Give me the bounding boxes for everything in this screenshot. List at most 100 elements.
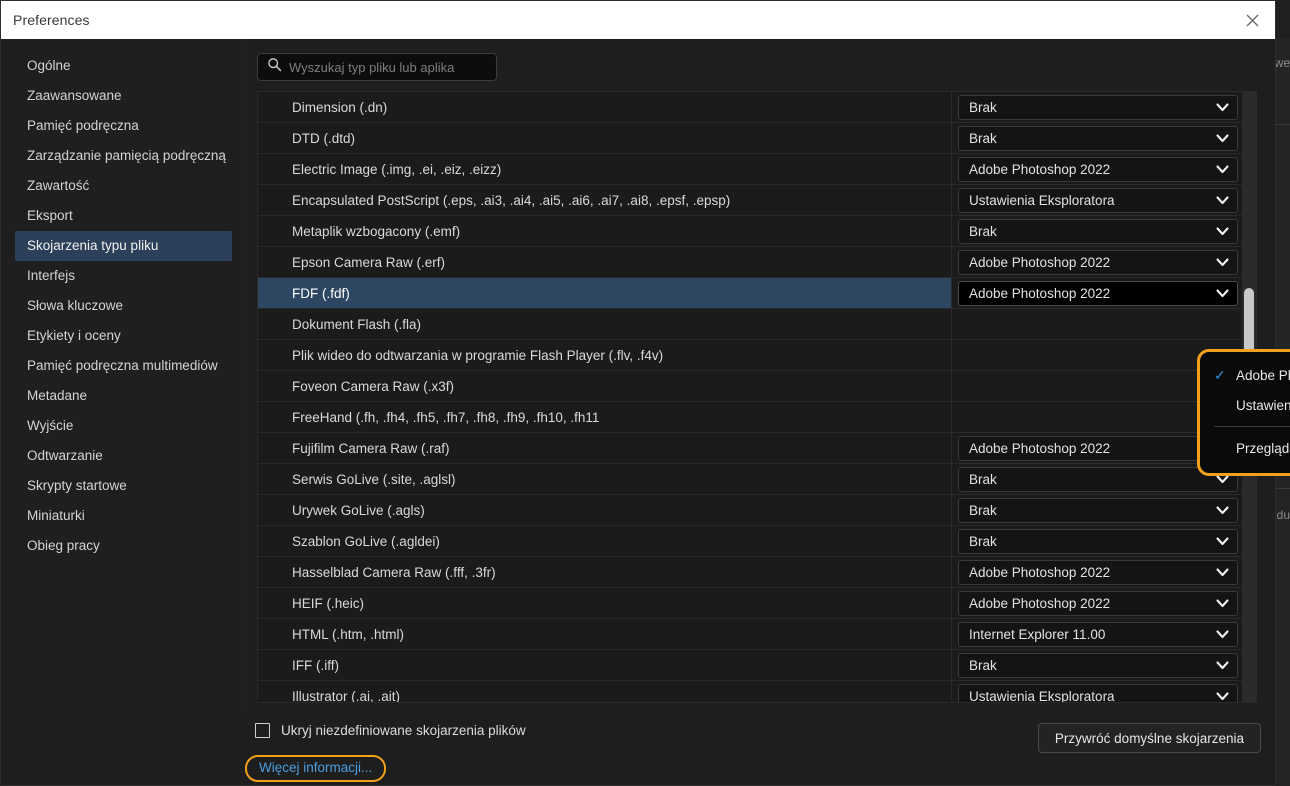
application-cell: Adobe Photoshop 2022 — [952, 588, 1242, 619]
chevron-down-icon — [1216, 224, 1229, 239]
sidebar-item-1[interactable]: Zaawansowane — [15, 81, 232, 111]
sidebar-item-4[interactable]: Zawartość — [15, 171, 232, 201]
application-cell: Brak — [952, 526, 1242, 557]
table-row[interactable]: Urywek GoLive (.agls) — [258, 495, 951, 526]
application-select[interactable]: Brak — [958, 497, 1238, 523]
application-select[interactable]: Internet Explorer 11.00 — [958, 621, 1238, 647]
application-select[interactable]: Adobe Photoshop 2022 — [958, 249, 1238, 275]
sidebar-item-label: Metadane — [27, 388, 88, 403]
chevron-down-icon — [1216, 100, 1229, 115]
dropdown-option[interactable]: Ustawienia Eksploratora: Adobe Acrobat D… — [1200, 390, 1290, 420]
file-type-label: Foveon Camera Raw (.x3f) — [292, 378, 455, 394]
application-cell: Ustawienia Eksploratora — [952, 185, 1242, 216]
table-row[interactable]: Dokument Flash (.fla) — [258, 309, 951, 340]
sidebar-item-13[interactable]: Odtwarzanie — [15, 441, 232, 471]
sidebar-item-7[interactable]: Interfejs — [15, 261, 232, 291]
file-type-label: Electric Image (.img, .ei, .eiz, .eizz) — [292, 161, 502, 177]
file-type-label: Hasselblad Camera Raw (.fff, .3fr) — [292, 564, 496, 580]
sidebar-item-label: Skojarzenia typu pliku — [27, 238, 159, 253]
sidebar-item-9[interactable]: Etykiety i oceny — [15, 321, 232, 351]
hide-undefined-label: Ukryj niezdefiniowane skojarzenia plików — [281, 723, 526, 738]
application-select[interactable]: Adobe Photoshop 2022 — [958, 156, 1238, 182]
application-select[interactable]: Ustawienia Eksploratora — [958, 187, 1238, 213]
close-icon[interactable] — [1229, 1, 1275, 39]
background-text-fragment-1: we — [1274, 56, 1290, 70]
dropdown-separator — [1214, 426, 1290, 427]
more-info-highlight: Więcej informacji... — [245, 755, 387, 782]
search-box[interactable] — [257, 53, 497, 81]
table-row[interactable]: Epson Camera Raw (.erf) — [258, 247, 951, 278]
dropdown-option[interactable]: ✓ Adobe Photoshop 2022 — [1200, 360, 1290, 390]
table-row[interactable]: Foveon Camera Raw (.x3f) — [258, 371, 951, 402]
sidebar-item-15[interactable]: Miniaturki — [15, 501, 232, 531]
application-select[interactable]: Adobe Photoshop 2022 — [958, 559, 1238, 585]
file-type-label: Encapsulated PostScript (.eps, .ai3, .ai… — [292, 192, 731, 208]
restore-defaults-button[interactable]: Przywróć domyślne skojarzenia — [1037, 723, 1261, 753]
table-row[interactable]: Dimension (.dn) — [258, 92, 951, 123]
application-select[interactable]: Brak — [958, 218, 1238, 244]
hide-undefined-checkbox-row[interactable]: Ukryj niezdefiniowane skojarzenia plików — [255, 723, 526, 738]
application-select[interactable]: Brak — [958, 125, 1238, 151]
chevron-down-icon — [1216, 627, 1229, 642]
table-row[interactable]: IFF (.iff) — [258, 650, 951, 681]
application-select-value: Brak — [969, 99, 997, 115]
table-row[interactable]: Metaplik wzbogacony (.emf) — [258, 216, 951, 247]
hide-undefined-checkbox[interactable] — [255, 723, 270, 738]
application-select[interactable]: Adobe Photoshop 2022 — [958, 280, 1238, 306]
table-row[interactable]: Serwis GoLive (.site, .aglsl) — [258, 464, 951, 495]
table-row[interactable]: HTML (.htm, .html) — [258, 619, 951, 650]
dropdown-option-label: Adobe Photoshop 2022 — [1236, 367, 1290, 383]
file-type-label: Illustrator (.ai, .ait) — [292, 688, 401, 703]
sidebar-item-label: Wyjście — [27, 418, 74, 433]
file-associations-pane: Dimension (.dn) DTD (.dtd) Electric Image … — [247, 39, 1290, 711]
sidebar-item-16[interactable]: Obieg pracy — [15, 531, 232, 561]
application-select[interactable]: Adobe Photoshop 2022 — [958, 435, 1238, 461]
preferences-dialog: Preferences Ogólne Zaawansowane Pamięć pod… — [0, 0, 1290, 786]
sidebar-item-label: Obieg pracy — [27, 538, 100, 553]
more-info-link[interactable]: Więcej informacji... — [259, 760, 372, 775]
table-row[interactable]: Szablon GoLive (.agldei) — [258, 526, 951, 557]
table-row[interactable]: Fujifilm Camera Raw (.raf) — [258, 433, 951, 464]
search-input[interactable] — [289, 59, 487, 75]
table-row[interactable]: HEIF (.heic) — [258, 588, 951, 619]
application-select[interactable]: Brak — [958, 652, 1238, 678]
sidebar-item-8[interactable]: Słowa kluczowe — [15, 291, 232, 321]
sidebar-item-0[interactable]: Ogólne — [15, 51, 232, 81]
application-cell: Ustawienia Eksploratora — [952, 681, 1242, 702]
sidebar-item-6[interactable]: Skojarzenia typu pliku — [15, 231, 232, 261]
sidebar-item-2[interactable]: Pamięć podręczna — [15, 111, 232, 141]
table-row[interactable]: Hasselblad Camera Raw (.fff, .3fr) — [258, 557, 951, 588]
sidebar-item-14[interactable]: Skrypty startowe — [15, 471, 232, 501]
application-dropdown-popup[interactable]: ✓ Adobe Photoshop 2022 Ustawienia Eksplora… — [1197, 349, 1290, 476]
application-select-value: Adobe Photoshop 2022 — [969, 285, 1111, 301]
sidebar-item-11[interactable]: Metadane — [15, 381, 232, 411]
sidebar-item-12[interactable]: Wyjście — [15, 411, 232, 441]
table-row[interactable]: DTD (.dtd) — [258, 123, 951, 154]
table-row[interactable]: FDF (.fdf) — [258, 278, 951, 309]
application-cell — [952, 309, 1242, 340]
screen: we du Preferences Ogólne Zaawansowane Pami… — [0, 0, 1290, 786]
table-row[interactable]: FreeHand (.fh, .fh4, .fh5, .fh7, .fh8, .… — [258, 402, 951, 433]
application-select[interactable]: Ustawienia Eksploratora — [958, 683, 1238, 702]
table-row[interactable]: Encapsulated PostScript (.eps, .ai3, .ai… — [258, 185, 951, 216]
application-select-value: Brak — [969, 471, 997, 487]
application-select[interactable]: Brak — [958, 94, 1238, 120]
table-row[interactable]: Illustrator (.ai, .ait) — [258, 681, 951, 703]
chevron-down-icon — [1216, 193, 1229, 208]
application-select-value: Adobe Photoshop 2022 — [969, 254, 1111, 270]
application-select[interactable]: Brak — [958, 528, 1238, 554]
sidebar-item-3[interactable]: Zarządzanie pamięcią podręczną — [15, 141, 232, 171]
sidebar-item-10[interactable]: Pamięć podręczna multimediów — [15, 351, 232, 381]
table-row[interactable]: Plik wideo do odtwarzania w programie Fl… — [258, 340, 951, 371]
application-select[interactable]: Adobe Photoshop 2022 — [958, 590, 1238, 616]
dropdown-browse-option[interactable]: Przeglądaj... — [1200, 433, 1290, 463]
application-select-value: Internet Explorer 11.00 — [969, 626, 1106, 642]
application-cell: Brak — [952, 92, 1242, 123]
sidebar-item-label: Pamięć podręczna — [27, 118, 139, 133]
sidebar-item-5[interactable]: Eksport — [15, 201, 232, 231]
table-row[interactable]: Electric Image (.img, .ei, .eiz, .eizz) — [258, 154, 951, 185]
associations-table: Dimension (.dn) DTD (.dtd) Electric Image … — [257, 91, 1257, 703]
application-select[interactable]: Brak — [958, 466, 1238, 492]
sidebar-item-label: Zawartość — [27, 178, 90, 193]
sidebar-item-label: Miniaturki — [27, 508, 85, 523]
